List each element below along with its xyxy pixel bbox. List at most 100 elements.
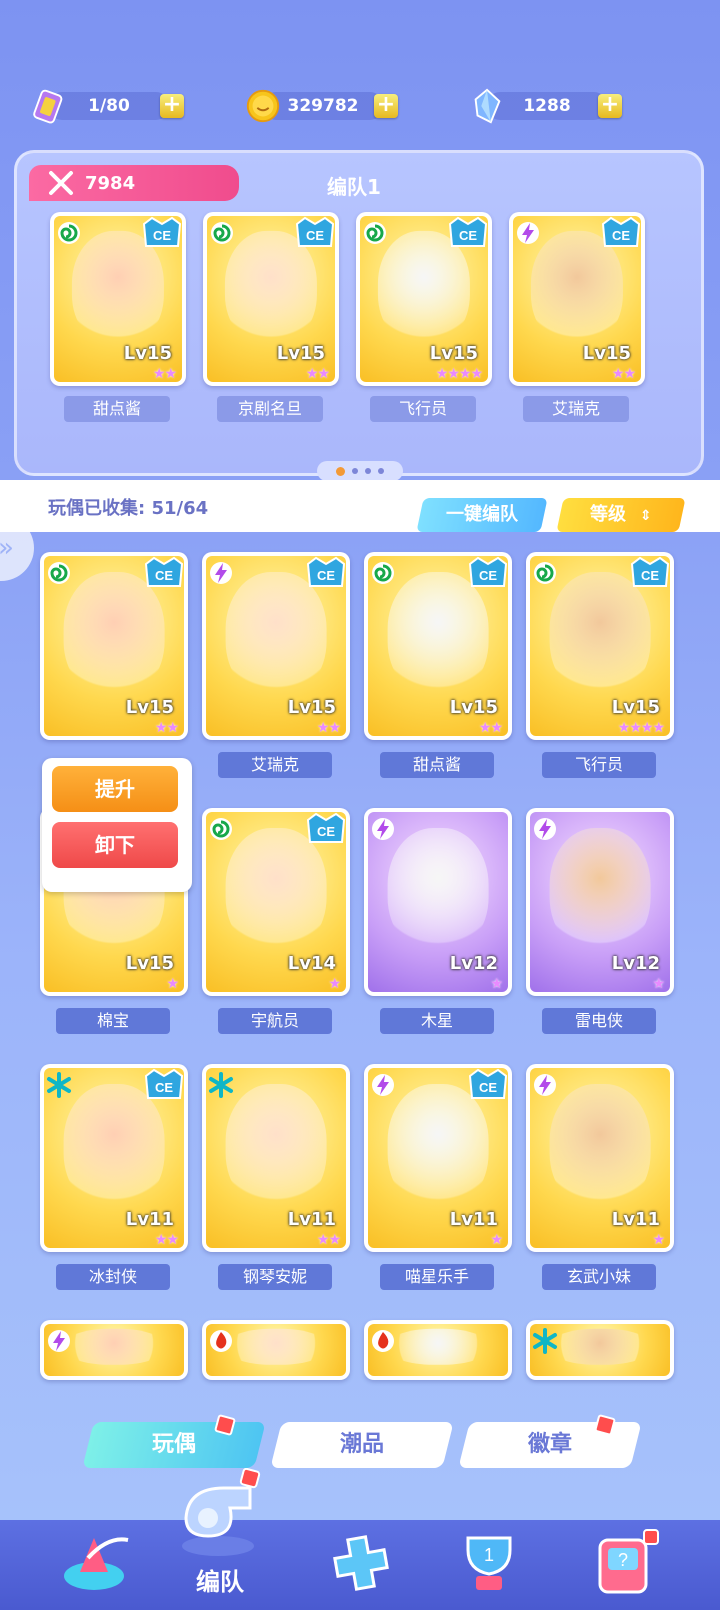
doll-card[interactable]: CE Lv15 ★★ — [50, 212, 186, 386]
doll-card[interactable]: CE Lv14 ★ — [202, 808, 350, 996]
doll-name: 木星 — [380, 1008, 494, 1034]
doll-card[interactable]: CE Lv11 ★★ — [40, 1064, 188, 1252]
wind-element-icon — [210, 818, 232, 840]
svg-text:CE: CE — [155, 1080, 173, 1095]
ice-element-icon — [47, 1072, 71, 1098]
nav-trophy[interactable]: 1 — [450, 1528, 528, 1598]
doll-card[interactable]: CE Lv15 ★★ — [203, 212, 339, 386]
thunder-element-icon — [48, 1330, 70, 1352]
ce-crown-badge: CE — [144, 1068, 184, 1099]
doll-figure — [387, 1084, 489, 1211]
doll-figure — [549, 572, 651, 699]
tab-dolls-label: 玩偶 — [151, 1432, 196, 1457]
doll-card[interactable]: CE Lv15 ★★ — [364, 552, 512, 740]
doll-figure — [225, 1328, 327, 1366]
tab-badges[interactable]: 徽章 — [458, 1422, 642, 1468]
team-power-badge: 7984 — [29, 165, 239, 201]
sort-by-level-button[interactable]: 等级 ⇕ — [556, 498, 686, 532]
doll-card[interactable]: Lv12 ★ — [364, 808, 512, 996]
ce-crown-badge: CE — [306, 812, 346, 843]
ce-crown-badge: CE — [306, 556, 346, 587]
doll-figure — [63, 1328, 165, 1366]
doll-level: Lv11 — [449, 1209, 498, 1230]
tab-dolls[interactable]: 玩偶 — [82, 1422, 266, 1468]
doll-action-popup: 提升 卸下 — [42, 758, 192, 892]
doll-card[interactable]: CE Lv15 ★★★★ — [526, 552, 674, 740]
whistle-icon — [182, 1467, 261, 1556]
tab-badges-label: 徽章 — [527, 1432, 572, 1457]
doll-level: Lv15 — [287, 697, 336, 718]
doll-card[interactable]: Lv11 ★★ — [202, 1064, 350, 1252]
ce-crown-badge: CE — [448, 216, 488, 247]
doll-card[interactable] — [202, 1320, 350, 1380]
doll-card[interactable]: Lv11 ★ — [526, 1064, 674, 1252]
doll-stars: ★ — [490, 1232, 503, 1248]
page-dot[interactable] — [365, 468, 371, 474]
fire-element-icon — [372, 1330, 394, 1352]
nav-gamepad[interactable] — [322, 1528, 400, 1598]
nav-mystery-box[interactable]: ? — [586, 1528, 664, 1598]
ice-element-icon — [533, 1328, 557, 1354]
doll-card[interactable]: CE Lv15 ★★ — [509, 212, 645, 386]
one-click-team-button[interactable]: 一键编队 — [416, 498, 548, 532]
doll-figure — [387, 1328, 489, 1366]
coins-counter: 329782 + — [246, 89, 398, 123]
sort-label: 等级 — [590, 504, 627, 525]
doll-figure — [225, 1084, 327, 1211]
wind-element-icon — [534, 562, 556, 584]
upgrade-button[interactable]: 提升 — [52, 766, 178, 812]
svg-text:CE: CE — [612, 228, 630, 243]
doll-level: Lv12 — [449, 953, 498, 974]
nav-home[interactable] — [58, 1528, 136, 1598]
doll-card[interactable]: CE Lv11 ★ — [364, 1064, 512, 1252]
page-dot-active[interactable] — [336, 466, 345, 476]
doll-stars: ★ — [652, 976, 665, 992]
page-dot[interactable] — [352, 468, 358, 474]
tab-trendy[interactable]: 潮品 — [270, 1422, 454, 1468]
ce-crown-badge: CE — [630, 556, 670, 587]
doll-name: 艾瑞克 — [523, 396, 629, 422]
doll-name: 甜点酱 — [380, 752, 494, 778]
doll-level: Lv15 — [123, 343, 172, 364]
doll-name: 棉宝 — [56, 1008, 170, 1034]
remove-button[interactable]: 卸下 — [52, 822, 178, 868]
sort-arrows-icon: ⇕ — [639, 508, 652, 524]
one-click-team-label: 一键编队 — [446, 504, 518, 525]
page-dot[interactable] — [378, 468, 384, 474]
svg-text:CE: CE — [459, 228, 477, 243]
doll-figure — [225, 572, 327, 699]
doll-stars: ★ — [490, 976, 503, 992]
doll-card[interactable]: CE Lv15 ★★ — [202, 552, 350, 740]
doll-name: 飞行员 — [542, 752, 656, 778]
doll-stars: ★★★★ — [435, 366, 483, 382]
doll-card[interactable]: CE Lv15 ★★★★ — [356, 212, 492, 386]
ticket-icon — [33, 89, 63, 124]
svg-text:CE: CE — [317, 824, 335, 839]
add-tickets-button[interactable]: + — [160, 94, 184, 118]
ice-element-icon — [209, 1072, 233, 1098]
doll-card[interactable] — [526, 1320, 674, 1380]
ce-crown-badge: CE — [468, 556, 508, 587]
doll-card[interactable] — [364, 1320, 512, 1380]
collection-count: 玩偶已收集: 51/64 — [48, 498, 209, 519]
ce-crown-badge: CE — [468, 1068, 508, 1099]
thunder-element-icon — [534, 818, 556, 840]
doll-name: 玄武小妹 — [542, 1264, 656, 1290]
doll-card[interactable]: Lv12 ★ — [526, 808, 674, 996]
doll-name: 喵星乐手 — [380, 1264, 494, 1290]
team-page-indicator[interactable] — [317, 461, 403, 481]
doll-card[interactable] — [40, 1320, 188, 1380]
nav-team[interactable] — [172, 1467, 264, 1560]
tab-trendy-label: 潮品 — [339, 1432, 384, 1457]
doll-stars: ★★★★ — [617, 720, 665, 736]
doll-card[interactable]: CE Lv15 ★★ — [40, 552, 188, 740]
gamepad-icon — [333, 1535, 389, 1591]
crystal-icon — [474, 88, 501, 124]
doll-level: Lv15 — [429, 343, 478, 364]
doll-figure — [387, 828, 489, 955]
team-power-value: 7984 — [85, 172, 136, 194]
doll-stars: ★ — [328, 976, 341, 992]
add-coins-button[interactable]: + — [374, 94, 398, 118]
add-gems-button[interactable]: + — [598, 94, 622, 118]
wind-element-icon — [48, 562, 70, 584]
